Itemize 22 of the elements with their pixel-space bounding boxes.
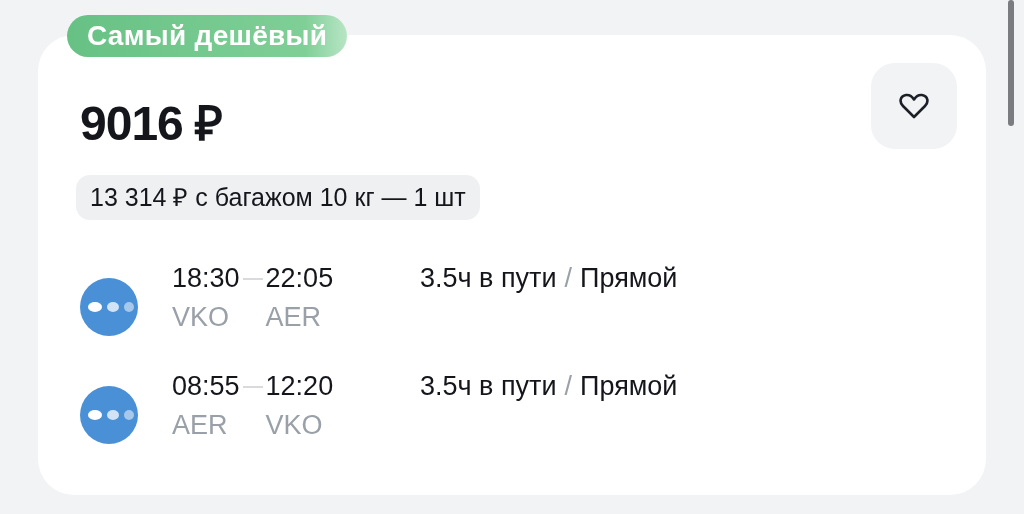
flight-duration: 3.5ч в пути <box>420 370 557 403</box>
airport-code: VKO <box>172 301 231 334</box>
favorite-button[interactable] <box>871 63 957 149</box>
departure-time: 18:30 <box>172 262 240 295</box>
arrival-time: 12:20 <box>265 370 334 403</box>
arrival-time: 22:05 <box>265 262 334 295</box>
price: 9016 ₽ <box>80 96 223 152</box>
stops-label: Прямой <box>580 370 678 403</box>
airport-code: VKO <box>265 409 324 442</box>
airline-logo-icon <box>80 278 138 336</box>
cheapest-badge: Самый дешёвый <box>67 15 348 57</box>
airport-code: AER <box>172 409 229 442</box>
stops-label: Прямой <box>580 262 678 295</box>
heart-icon <box>899 92 929 120</box>
flight-duration: 3.5ч в пути <box>420 262 557 295</box>
separator: / <box>564 262 573 295</box>
baggage-price: 13 314 ₽ с багажом 10 кг — 1 шт <box>76 175 480 220</box>
airline-logo-icon <box>80 386 138 444</box>
scrollbar[interactable] <box>1008 0 1014 126</box>
airport-code: AER <box>265 301 323 334</box>
departure-time: 08:55 <box>172 370 240 403</box>
separator: / <box>564 370 573 403</box>
